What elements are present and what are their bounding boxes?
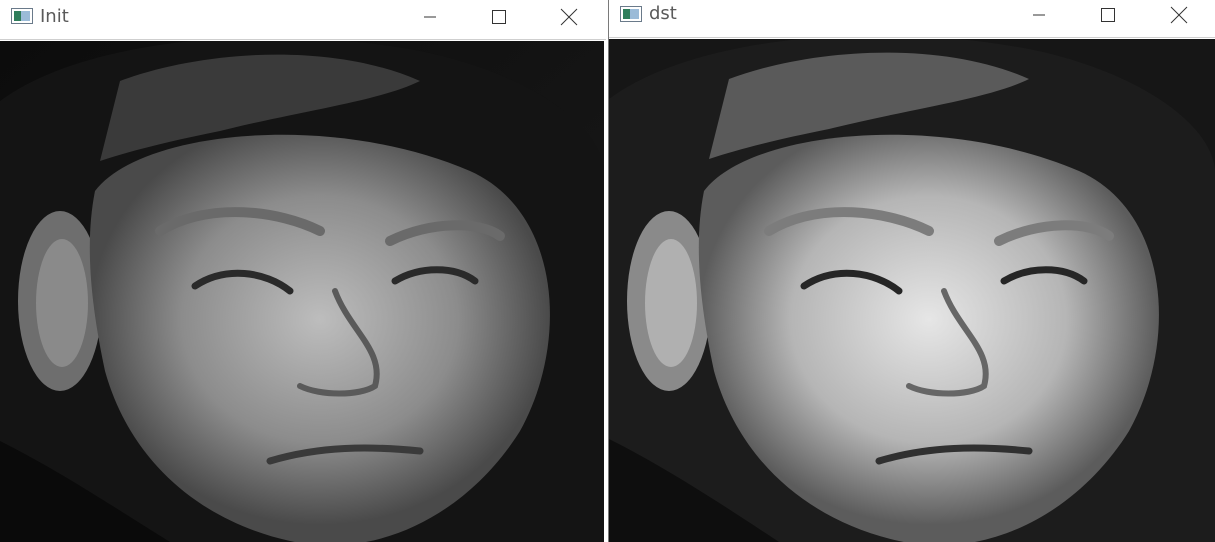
maximize-icon <box>1101 8 1115 22</box>
window-init[interactable]: Init <box>0 0 606 542</box>
close-button[interactable] <box>546 0 592 34</box>
window-title: Init <box>40 6 69 27</box>
app-icon <box>620 6 642 22</box>
title-bar[interactable]: Init <box>0 0 606 38</box>
maximize-icon <box>492 10 506 24</box>
image-canvas <box>609 39 1215 542</box>
close-icon <box>1170 6 1188 24</box>
portrait-image <box>0 41 604 542</box>
minimize-icon <box>424 16 436 18</box>
maximize-button[interactable] <box>1085 0 1131 32</box>
minimize-button[interactable] <box>407 0 453 34</box>
titlebar-separator <box>609 37 1215 38</box>
close-icon <box>560 8 578 26</box>
maximize-button[interactable] <box>476 0 522 34</box>
window-dst[interactable]: dst <box>608 0 1215 542</box>
titlebar-separator <box>0 39 606 40</box>
window-title: dst <box>649 3 677 24</box>
app-icon <box>11 8 33 24</box>
portrait-image <box>609 39 1215 542</box>
title-bar[interactable]: dst <box>609 0 1215 36</box>
image-canvas <box>0 41 604 542</box>
minimize-icon <box>1033 14 1045 16</box>
close-button[interactable] <box>1156 0 1202 32</box>
minimize-button[interactable] <box>1016 0 1062 32</box>
